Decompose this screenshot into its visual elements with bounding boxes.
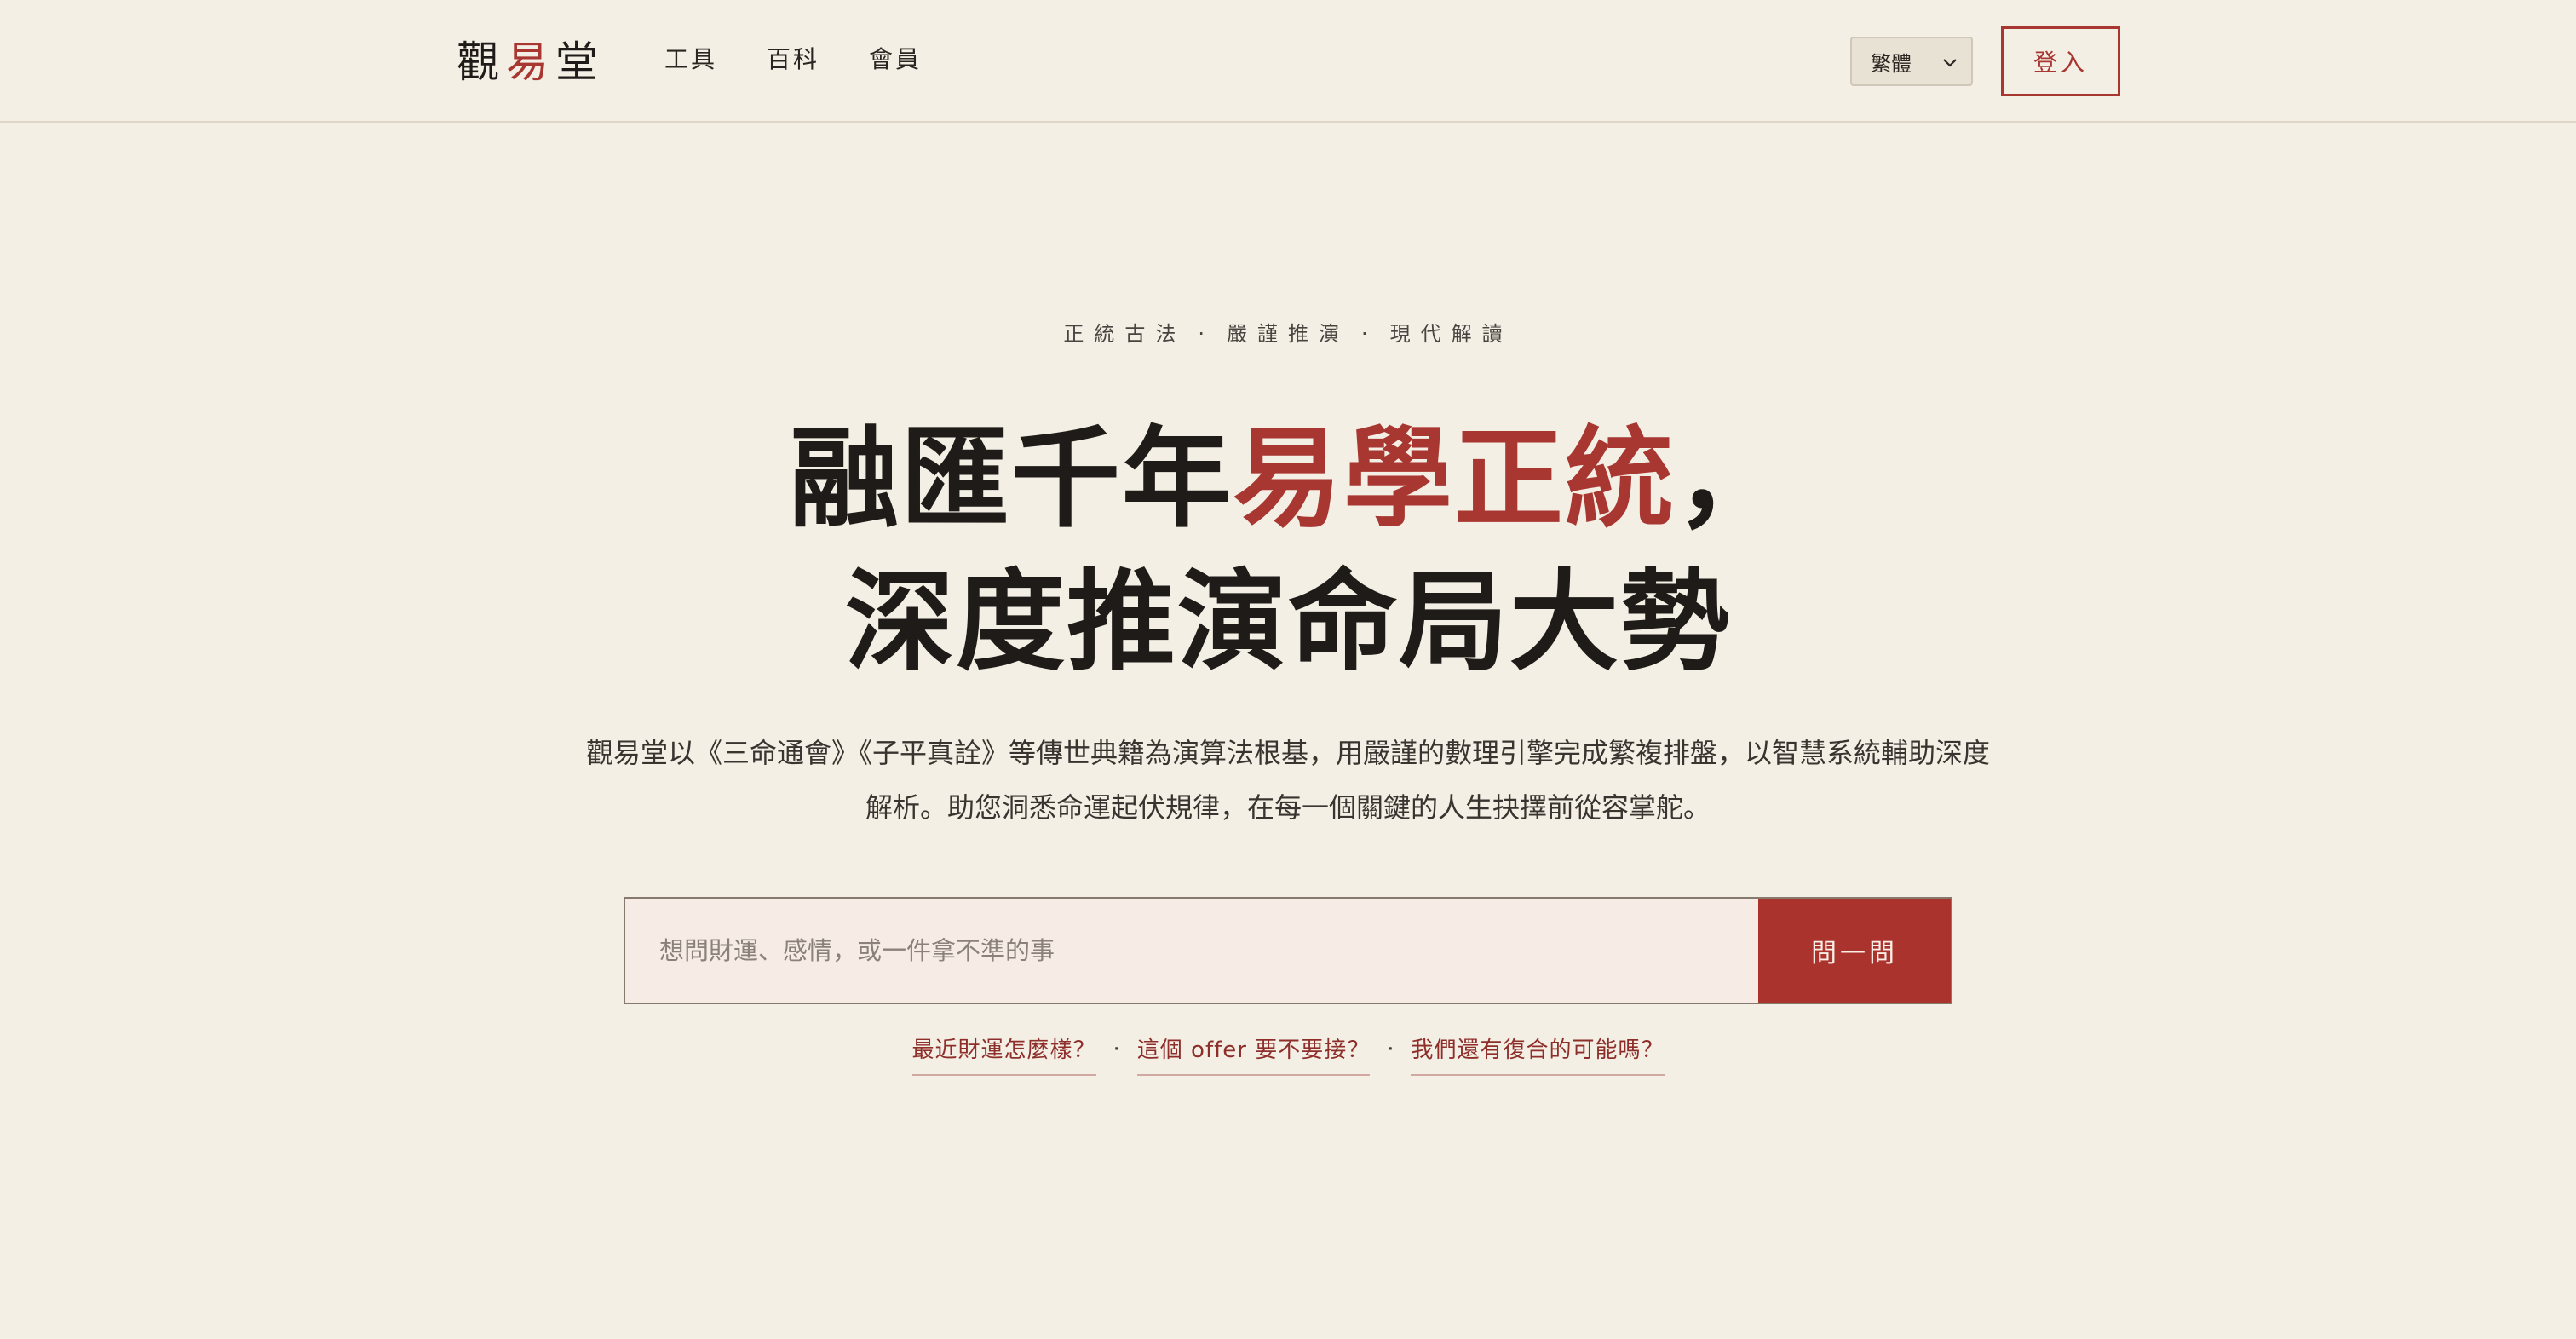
ask-search-box: 問一問 — [624, 897, 1952, 1004]
nav-item-tools[interactable]: 工具 — [664, 41, 717, 78]
ask-button[interactable]: 問一問 — [1758, 899, 1951, 1003]
logo-char-1: 觀 — [457, 37, 506, 87]
suggestion-link[interactable]: 這個 offer 要不要接？ — [1136, 1032, 1371, 1076]
tagline-separator: · — [1198, 322, 1215, 346]
hero-description: 觀易堂以《三命通會》《子平真詮》等傳世典籍為演算法根基，用嚴謹的數理引擎完成繁複… — [511, 726, 2065, 835]
language-select[interactable]: 繁體 — [1850, 37, 1973, 86]
hero-title-suffix: ， — [1676, 415, 1787, 543]
tagline-item: 現代解讀 — [1389, 322, 1513, 346]
login-button[interactable]: 登入 — [2001, 26, 2120, 96]
hero-title-accent: 易學正統 — [1232, 415, 1676, 543]
description-line-1: 觀易堂以《三命通會》《子平真詮》等傳世典籍為演算法根基，用嚴謹的數理引擎完成繁複… — [585, 737, 1990, 769]
nav-item-encyclopedia[interactable]: 百科 — [767, 41, 819, 78]
hero-title-line-1: 融匯千年易學正統， — [0, 407, 2576, 550]
suggestion-separator: · — [1113, 1036, 1120, 1062]
hero-title-prefix: 融匯千年 — [789, 415, 1233, 543]
suggested-questions: 最近財運怎麼樣？ · 這個 offer 要不要接？ · 我們還有復合的可能嗎？ — [0, 1032, 2576, 1076]
language-selected-value: 繁體 — [1871, 51, 1912, 76]
suggestion-link[interactable]: 最近財運怎麼樣？ — [911, 1032, 1096, 1076]
logo-char-3: 堂 — [555, 37, 605, 87]
logo-char-accent: 易 — [506, 37, 555, 87]
hero-title: 融匯千年易學正統， 深度推演命局大勢 — [0, 407, 2576, 693]
tagline-separator: · — [1361, 322, 1378, 346]
main-nav: 工具 百科 會員 — [664, 41, 922, 78]
chevron-down-icon — [1942, 49, 1958, 73]
suggestion-link[interactable]: 我們還有復合的可能嗎？ — [1411, 1032, 1665, 1076]
hero-title-line-2: 深度推演命局大勢 — [844, 558, 1731, 686]
question-input[interactable] — [625, 899, 1758, 1003]
tagline-item: 正統古法 — [1063, 322, 1187, 346]
top-header: 觀易堂 工具 百科 會員 繁體 登入 — [0, 0, 2576, 123]
description-line-2: 解析。助您洞悉命運起伏規律，在每一個關鍵的人生抉擇前從容掌舵。 — [865, 791, 1711, 824]
nav-item-membership[interactable]: 會員 — [869, 41, 922, 78]
suggestion-separator: · — [1387, 1036, 1394, 1062]
hero-tagline: 正統古法 · 嚴謹推演 · 現代解讀 — [0, 317, 2576, 347]
site-logo[interactable]: 觀易堂 — [457, 32, 605, 92]
tagline-item: 嚴謹推演 — [1227, 322, 1349, 346]
